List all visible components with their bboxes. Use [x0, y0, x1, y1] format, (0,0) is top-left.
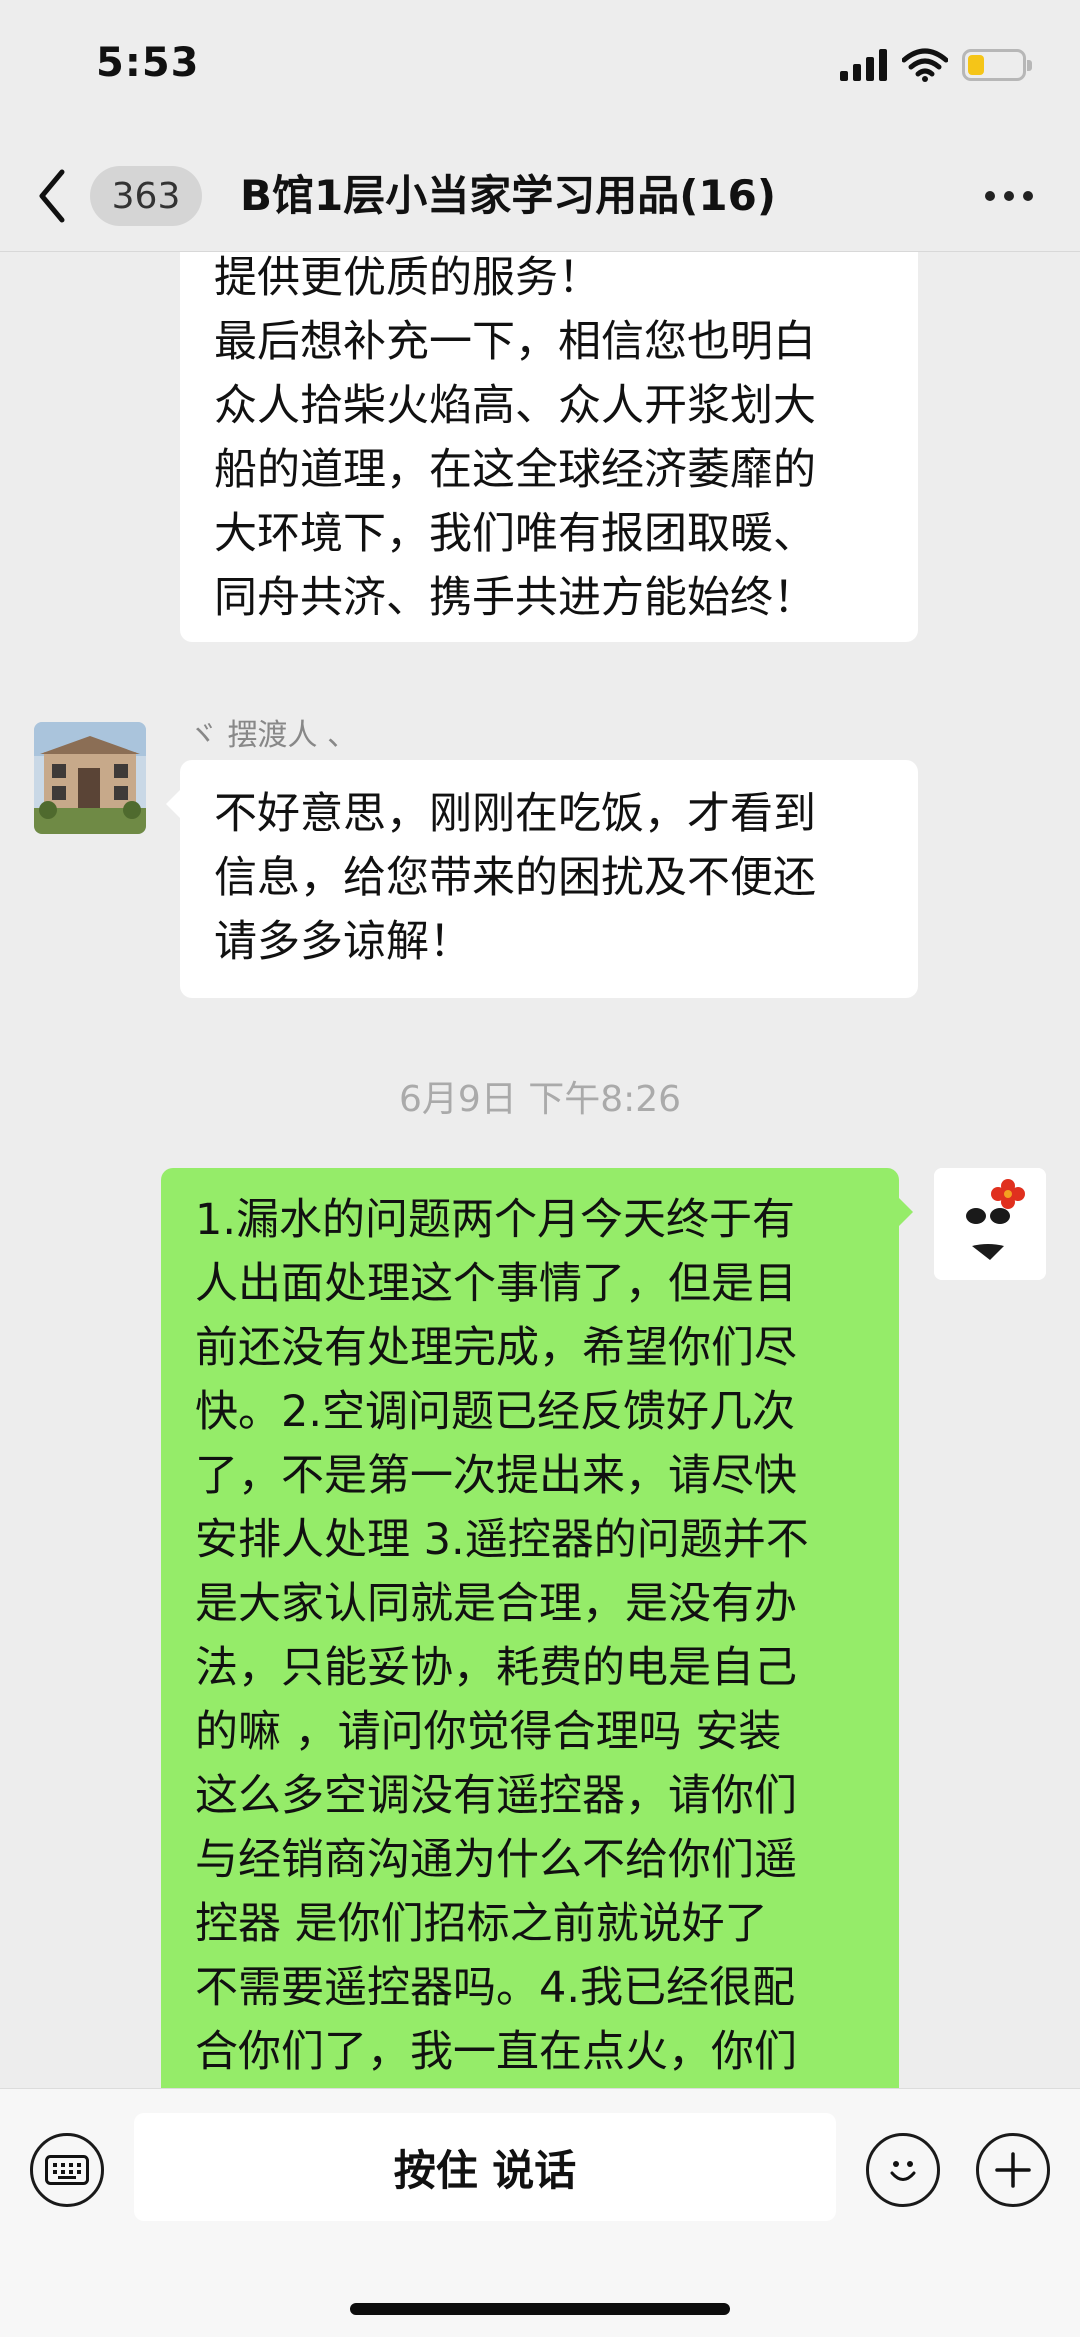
message-line: 这么多空调没有遥控器，请你们 [195, 1771, 797, 1821]
message-timestamp: 6月9日 下午8:26 [398, 1079, 682, 1120]
wifi-icon [902, 48, 948, 82]
hold-to-talk-button[interactable]: 按住 说话 [134, 2113, 836, 2221]
input-bar: 按住 说话 [0, 2088, 1080, 2337]
message-line: 船的道理，在这全球经济萎靡的 [214, 445, 816, 495]
message-line: 众人拾柴火焰高、众人开浆划大 [214, 381, 816, 431]
keyboard-toggle-button[interactable] [30, 2133, 104, 2207]
message-line: 大环境下，我们唯有报团取暖、 [214, 509, 816, 559]
message-line: 控器 是你们招标之前就说好了 [195, 1899, 768, 1949]
more-dot [1004, 191, 1014, 201]
emoji-icon [890, 2161, 916, 2181]
message-line: 是大家认同就是合理，是没有办 [195, 1579, 797, 1629]
emoji-button[interactable] [866, 2133, 940, 2207]
message-line: 与经销商沟通为什么不给你们遥 [195, 1835, 797, 1885]
status-time: 5:53 [96, 40, 200, 86]
back-button[interactable] [36, 164, 92, 228]
message-line: 的嘛 ，请问你觉得合理吗 安装 [195, 1707, 782, 1757]
message-bubble-outgoing[interactable]: 1.漏水的问题两个月今天终于有 人出面处理这个事情了，但是目 前还没有处理完成，… [161, 1168, 913, 2088]
chat-title: B馆1层小当家学习用品(16) [240, 171, 777, 220]
flower-avatar-icon [934, 1168, 1046, 1280]
message-bubble-incoming[interactable]: 提供更优质的服务！ 最后想补充一下，相信您也明白 众人拾柴火焰高、众人开浆划大 … [180, 252, 918, 642]
message-line: 了，不是第一次提出来，请尽快 [195, 1451, 797, 1501]
plus-icon [995, 2152, 1031, 2188]
signal-icon [840, 49, 887, 81]
message-line: 法，只能妥协，耗费的电是自己 [195, 1643, 797, 1693]
message-line: 安排人处理 3.遥控器的问题并不 [195, 1515, 809, 1565]
message-line: 不需要遥控器吗。4.我已经很配 [195, 1963, 796, 2013]
chat-header: 363 B馆1层小当家学习用品(16) [0, 140, 1080, 252]
sender-name: ヾ 摆渡人 、 [188, 718, 358, 753]
unread-badge[interactable]: 363 [90, 166, 202, 226]
my-avatar[interactable] [934, 1168, 1046, 1280]
message-line: 合你们了，我一直在点火，你们 [195, 2027, 797, 2077]
message-line: 同舟共济、携手共进方能始终！ [214, 573, 816, 623]
more-dots-icon [985, 191, 995, 201]
keyboard-icon [45, 2155, 89, 2185]
more-dot [1023, 191, 1033, 201]
message-line: 提供更优质的服务！ [214, 253, 601, 303]
message-line: 最后想补充一下，相信您也明白 [214, 317, 816, 367]
status-icons [840, 48, 1032, 82]
message-line: 1.漏水的问题两个月今天终于有 [195, 1195, 796, 1245]
house-photo-avatar [34, 722, 146, 834]
message-line: 快。2.空调问题已经反馈好几次 [195, 1387, 796, 1437]
message-list[interactable]: 提供更优质的服务！ 最后想补充一下，相信您也明白 众人拾柴火焰高、众人开浆划大 … [0, 252, 1080, 2088]
battery-level [968, 55, 984, 75]
message-line: 不好意思，刚刚在吃饭，才看到 [214, 789, 816, 839]
message-line: 人出面处理这个事情了，但是目 [195, 1259, 797, 1309]
sender-avatar[interactable] [34, 722, 146, 834]
more-actions-button[interactable] [976, 2133, 1050, 2207]
home-indicator [350, 2303, 730, 2315]
message-line: 信息，给您带来的困扰及不便还 [214, 853, 816, 903]
status-bar: 5:53 [0, 0, 1080, 140]
battery-icon [962, 49, 1032, 81]
message-line: 请多多谅解！ [214, 917, 472, 967]
message-line: 前还没有处理完成，希望你们尽 [195, 1323, 797, 1373]
back-chevron-icon [39, 169, 65, 223]
more-button[interactable] [974, 164, 1044, 228]
message-bubble-incoming[interactable]: 不好意思，刚刚在吃饭，才看到 信息，给您带来的困扰及不便还 请多多谅解！ [166, 760, 918, 998]
